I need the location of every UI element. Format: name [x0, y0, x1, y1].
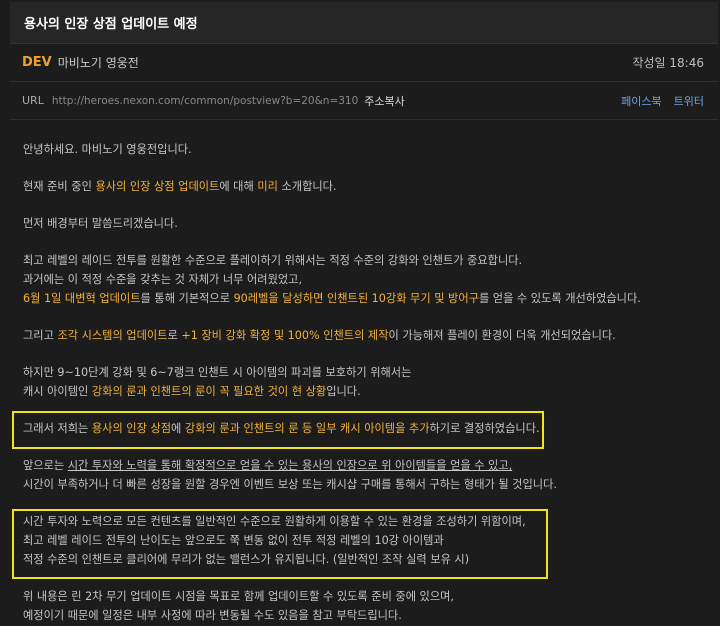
para-intro: 현재 준비 중인 용사의 인장 상점 업데이트에 대해 미리 소개합니다.: [23, 180, 337, 193]
para-schedule-line1: 위 내용은 린 2차 무기 업데이트 시점을 목표로 함께 업데이트할 수 있도…: [23, 590, 454, 603]
post-meta-row: DEV 마비노기 영웅전 작성일 18:46: [10, 44, 718, 82]
copy-url-button[interactable]: 주소복사: [364, 93, 404, 109]
para-fragment-system: 그리고 조각 시스템의 업데이트로 +1 장비 강화 확정 및 100% 인챈트…: [23, 329, 616, 342]
post-url: http://heroes.nexon.com/common/postview?…: [51, 94, 359, 107]
para-current-line1: 하지만 9~10단계 강화 및 6~7랭크 인챈트 시 아이템의 파괴를 보호하…: [23, 366, 412, 379]
para-current-line2: 캐시 아이템인 강화의 룬과 인챈트의 룬이 꼭 필요한 것이 현 상황입니다.: [23, 385, 361, 398]
url-row: URL http://heroes.nexon.com/common/postv…: [10, 82, 718, 120]
para-greeting: 안녕하세요. 마비노기 영웅전입니다.: [23, 143, 192, 156]
para-goal-line2: 최고 레벨 레이드 전투의 난이도는 앞으로도 쭉 변동 없이 전투 적정 레벨…: [23, 534, 444, 547]
share-links: 페이스북 트위터: [621, 93, 704, 109]
para-background: 먼저 배경부터 말씀드리겠습니다.: [23, 217, 178, 230]
share-facebook-link[interactable]: 페이스북: [621, 93, 661, 109]
para-decision: 그래서 저희는 용사의 인장 상점에 강화의 룬과 인챈트의 룬 등 일부 캐시…: [23, 422, 540, 435]
para-future-line2: 시간이 부족하거나 더 빠른 성장을 원할 경우엔 이벤트 보상 또는 캐시샵 …: [23, 478, 557, 491]
post-view: 용사의 인장 상점 업데이트 예정 DEV 마비노기 영웅전 작성일 18:46…: [0, 0, 720, 626]
post-title: 용사의 인장 상점 업데이트 예정: [24, 17, 198, 32]
post-title-bar: 용사의 인장 상점 업데이트 예정: [10, 2, 718, 44]
para-context-line2: 과거에는 이 적정 수준을 갖추는 것 자체가 너무 어려웠었고,: [23, 273, 303, 286]
para-context-line3: 6월 1일 대변혁 업데이트를 통해 기본적으로 90레벨을 달성하면 인챈트된…: [23, 292, 641, 305]
para-schedule-line2: 예정이기 때문에 일정은 내부 사정에 따라 변동될 수도 있음을 참고 부탁드…: [23, 609, 402, 622]
url-label: URL: [22, 94, 44, 107]
post-date: 작성일 18:46: [632, 56, 704, 70]
share-twitter-link[interactable]: 트위터: [674, 93, 704, 109]
dev-badge: DEV: [22, 55, 52, 70]
para-goal-line3: 적정 수준의 인챈트로 클리어에 무리가 없는 밸런스가 유지됩니다. (일반적…: [23, 553, 470, 566]
author-name[interactable]: 마비노기 영웅전: [58, 54, 139, 71]
para-context-line1: 최고 레벨의 레이드 전투를 원활한 수준으로 플레이하기 위해서는 적정 수준…: [23, 254, 523, 267]
para-future-line1: 앞으로는 시간 투자와 노력을 통해 확정적으로 얻을 수 있는 용사의 인장으…: [23, 459, 513, 472]
post-body: 안녕하세요. 마비노기 영웅전입니다. 현재 준비 중인 용사의 인장 상점 업…: [23, 140, 713, 625]
para-goal-line1: 시간 투자와 노력으로 모든 컨텐츠를 일반적인 수준으로 원활하게 이용할 수…: [23, 515, 526, 528]
